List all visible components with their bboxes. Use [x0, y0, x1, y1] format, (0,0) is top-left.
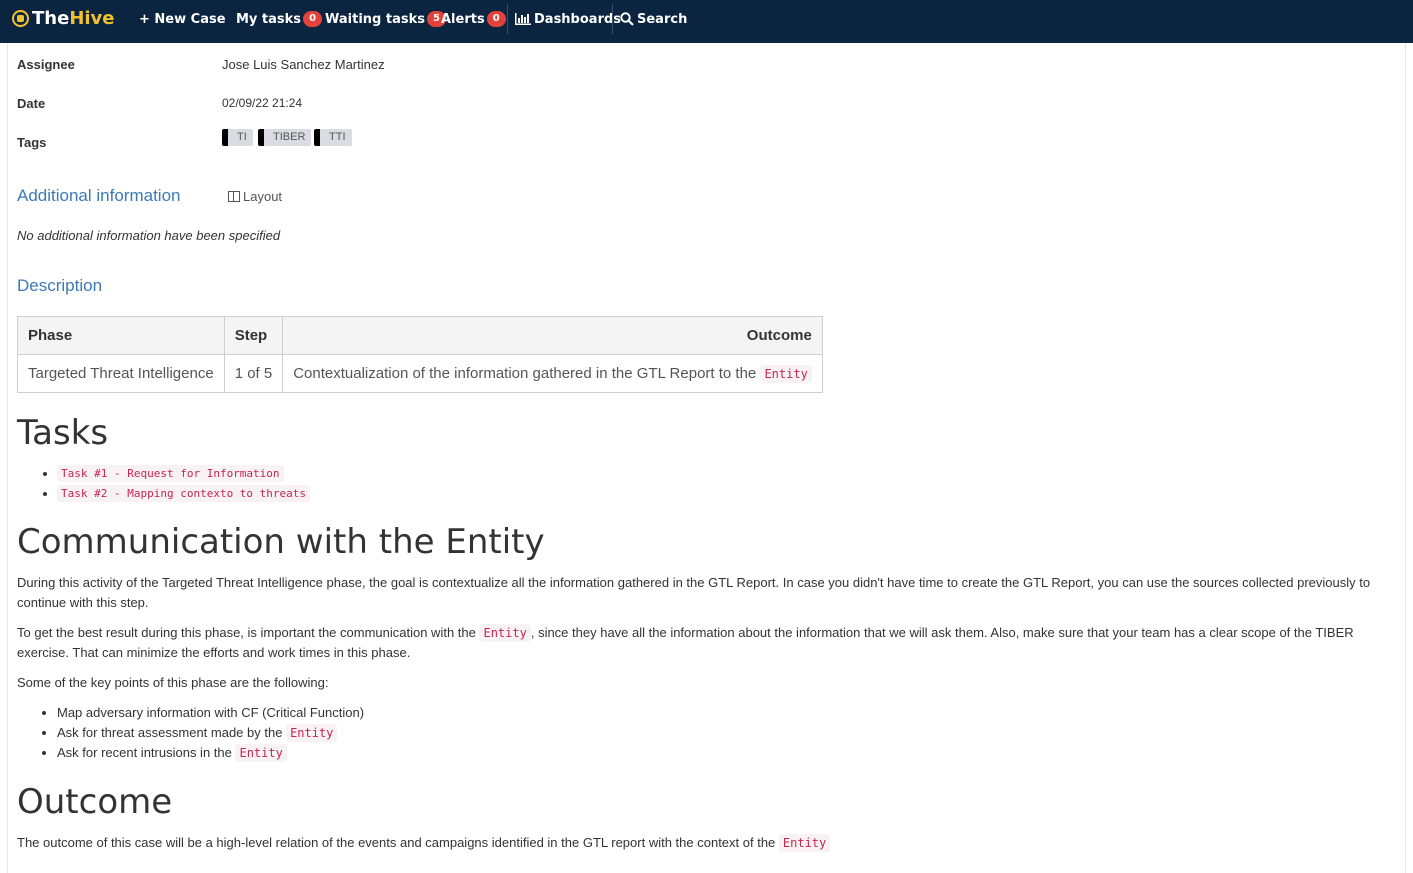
- search-button[interactable]: Search: [620, 10, 687, 28]
- alerts-label: Alerts: [441, 11, 485, 27]
- cell-step: 1 of 5: [223, 354, 284, 393]
- nav-divider: [612, 4, 613, 34]
- key-point-text: Ask for threat assessment made by the: [57, 725, 283, 740]
- list-item: Ask for threat assessment made by the En…: [57, 723, 364, 743]
- columns-icon: [228, 191, 240, 202]
- layout-label: Layout: [243, 189, 283, 204]
- paragraph-3: Some of the key points of this phase are…: [17, 675, 329, 690]
- new-case-button[interactable]: + New Case: [139, 10, 226, 28]
- cell-outcome: Contextualization of the information gat…: [282, 354, 823, 393]
- nav-divider: [507, 4, 508, 34]
- entity-code: Entity: [778, 834, 831, 852]
- outcome-heading: Outcome: [17, 782, 173, 822]
- waiting-tasks-button[interactable]: Waiting tasks 5: [325, 10, 446, 28]
- paragraph-1: During this activity of the Targeted Thr…: [17, 575, 1371, 610]
- date-label: Date: [17, 96, 46, 111]
- entity-code: Entity: [235, 744, 287, 762]
- list-item: Task #2 - Mapping contexto to threats: [57, 483, 311, 503]
- my-tasks-label: My tasks: [236, 11, 302, 27]
- search-icon: [620, 12, 634, 26]
- cell-phase: Targeted Threat Intelligence: [17, 354, 225, 393]
- new-case-label: + New Case: [139, 11, 226, 27]
- bee-icon: [12, 9, 29, 27]
- bar-chart-icon: [515, 13, 531, 25]
- entity-code: Entity: [479, 624, 531, 642]
- brand-hive: Hive: [69, 7, 115, 29]
- communication-heading: Communication with the Entity: [17, 522, 545, 562]
- col-header-phase: Phase: [17, 316, 225, 355]
- dashboards-button[interactable]: Dashboards: [515, 10, 621, 28]
- dashboards-label: Dashboards: [534, 11, 622, 27]
- col-header-outcome: Outcome: [282, 316, 823, 355]
- assignee-value: Jose Luis Sanchez Martinez: [222, 57, 385, 72]
- list-item: Task #1 - Request for Information: [57, 463, 310, 483]
- tag-chip[interactable]: TI: [222, 129, 253, 146]
- tasks-list: Task #1 - Request for Information Task #…: [17, 463, 311, 503]
- tags-label: Tags: [17, 135, 47, 150]
- alerts-button[interactable]: Alerts 0: [441, 10, 506, 28]
- phase-table: Phase Step Outcome Targeted Threat Intel…: [17, 316, 823, 393]
- my-tasks-badge: 0: [303, 11, 323, 27]
- outcome-text: The outcome of this case will be a high-…: [17, 835, 776, 850]
- task-code: Task #1 - Request for Information: [57, 465, 284, 482]
- top-navbar: The Hive + New Case My tasks 0 Waiting tas…: [0, 0, 1413, 43]
- list-item: Map adversary information with CF (Criti…: [57, 703, 364, 723]
- tag-chip[interactable]: TTI: [314, 129, 352, 146]
- entity-code: Entity: [286, 724, 338, 742]
- paragraph-2-start: To get the best result during this phase…: [17, 625, 476, 640]
- tasks-heading: Tasks: [17, 413, 109, 453]
- panel-border-left: [7, 43, 8, 873]
- paragraph-2: To get the best result during this phase…: [17, 623, 1377, 663]
- key-point-text: Map adversary information with CF (Criti…: [57, 705, 365, 720]
- description-title: Description: [17, 276, 103, 295]
- cell-outcome-text: Contextualization of the information gat…: [293, 365, 757, 382]
- outcome-paragraph: The outcome of this case will be a high-…: [17, 833, 1377, 853]
- thehive-logo[interactable]: The Hive: [12, 7, 115, 29]
- tag-chip[interactable]: TIBER: [258, 129, 312, 146]
- table-row: Targeted Threat Intelligence 1 of 5 Cont…: [17, 354, 823, 393]
- brand-the: The: [32, 7, 70, 29]
- waiting-tasks-label: Waiting tasks: [325, 11, 425, 27]
- additional-info-title: Additional information: [17, 186, 181, 205]
- alerts-badge: 0: [486, 11, 506, 27]
- panel-border-right: [1405, 43, 1406, 873]
- entity-code: Entity: [760, 365, 812, 383]
- assignee-label: Assignee: [17, 57, 75, 72]
- list-item: Ask for recent intrusions in the Entity: [57, 743, 364, 763]
- layout-button[interactable]: Layout: [228, 189, 282, 204]
- my-tasks-button[interactable]: My tasks 0: [236, 10, 323, 28]
- table-header-row: Phase Step Outcome: [17, 316, 823, 355]
- date-value: 02/09/22 21:24: [222, 96, 303, 110]
- key-points-list: Map adversary information with CF (Criti…: [17, 703, 364, 763]
- search-label: Search: [637, 11, 688, 27]
- key-point-text: Ask for recent intrusions in the: [57, 745, 232, 760]
- task-code: Task #2 - Mapping contexto to threats: [57, 485, 311, 502]
- no-additional-info-text: No additional information have been spec…: [17, 228, 281, 243]
- col-header-step: Step: [223, 316, 284, 355]
